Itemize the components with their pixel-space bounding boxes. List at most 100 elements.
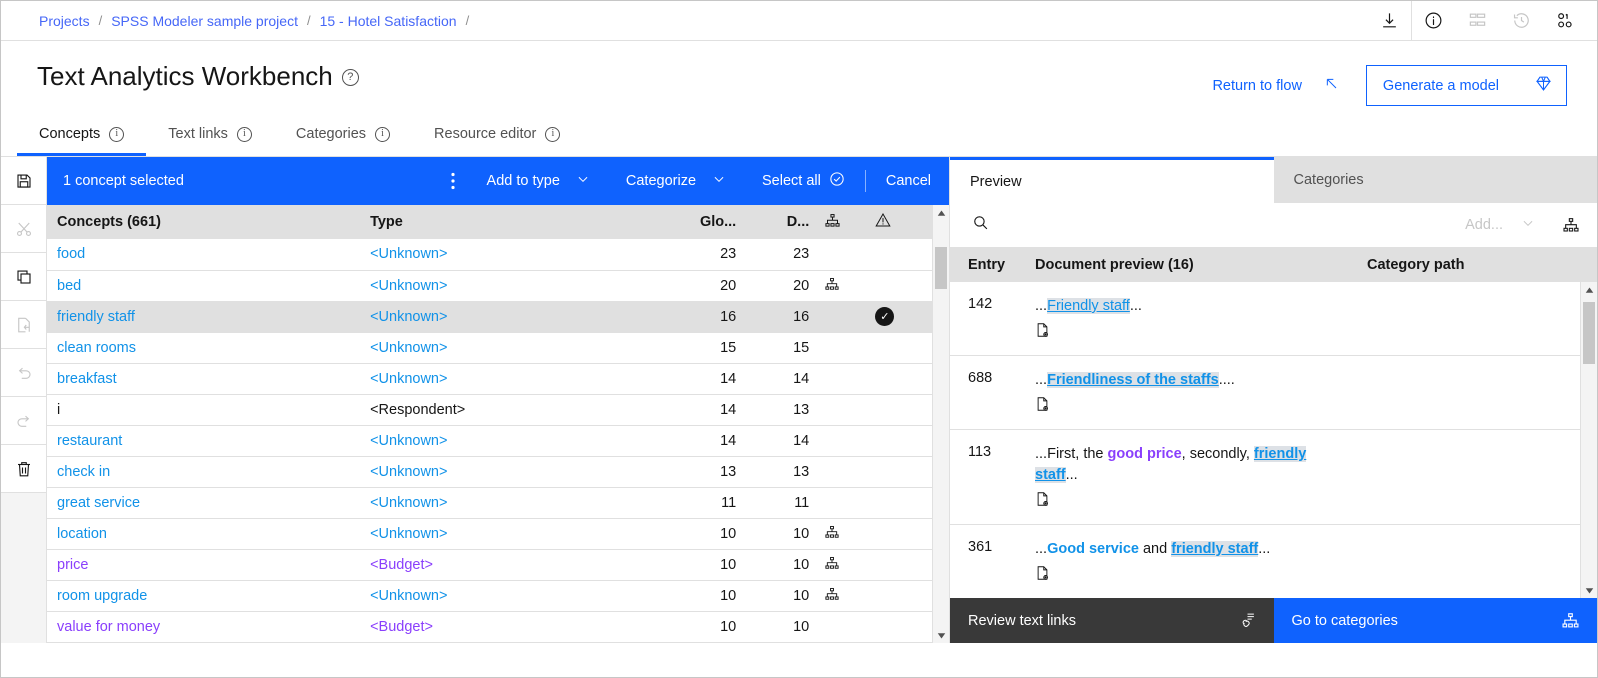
breadcrumb-item-sample-project[interactable]: SPSS Modeler sample project xyxy=(111,13,298,29)
type-label[interactable]: <Unknown> xyxy=(370,246,447,262)
concept-label[interactable]: clean rooms xyxy=(57,340,136,356)
overflow-menu-icon[interactable] xyxy=(437,157,469,205)
col-warning[interactable] xyxy=(869,205,932,239)
cell-status[interactable] xyxy=(869,425,932,457)
concepts-table-scroll[interactable]: Concepts (661) Type Glo... D... food <Un… xyxy=(47,205,932,643)
cell-hierarchy[interactable] xyxy=(819,425,870,457)
cell-hierarchy[interactable] xyxy=(819,270,870,302)
table-row[interactable]: bed <Unknown> 20 20 xyxy=(47,270,932,302)
cell-type[interactable]: <Unknown> xyxy=(360,270,663,302)
preview-row[interactable]: 688 ...Friendliness of the staffs.... xyxy=(950,356,1580,431)
document-snippet[interactable]: ...Good service and friendly staff... xyxy=(1035,539,1350,588)
tab-categories-panel[interactable]: Categories xyxy=(1273,157,1597,203)
cell-hierarchy[interactable] xyxy=(819,363,870,395)
cell-concept[interactable]: location xyxy=(47,518,361,550)
scrollbar-track[interactable] xyxy=(1581,298,1597,582)
document-snippet[interactable]: ...Friendly staff... xyxy=(1035,296,1350,345)
delete-icon[interactable] xyxy=(1,445,46,493)
cell-status[interactable] xyxy=(869,518,932,550)
cell-concept[interactable]: value for money xyxy=(47,611,361,643)
breadcrumb-item-projects[interactable]: Projects xyxy=(39,13,90,29)
type-label[interactable]: <Unknown> xyxy=(370,495,447,511)
scrollbar-thumb[interactable] xyxy=(935,247,947,289)
concept-label[interactable]: check in xyxy=(57,464,110,480)
cell-type[interactable]: <Unknown> xyxy=(360,239,663,271)
hierarchy-icon[interactable] xyxy=(825,525,839,543)
table-row[interactable]: room upgrade <Unknown> 10 10 xyxy=(47,580,932,612)
cell-concept[interactable]: friendly staff xyxy=(47,301,361,333)
table-row[interactable]: price <Budget> 10 10 xyxy=(47,549,932,581)
table-row[interactable]: location <Unknown> 10 10 xyxy=(47,518,932,550)
document-icon[interactable] xyxy=(1035,565,1330,588)
save-icon[interactable] xyxy=(1,157,46,205)
info-icon[interactable]: i xyxy=(109,126,125,142)
info-icon[interactable]: i xyxy=(375,126,391,142)
tab-resource-editor[interactable]: Resource editor i xyxy=(412,126,582,156)
type-label[interactable]: <Unknown> xyxy=(370,340,447,356)
flow-icon[interactable] xyxy=(1455,1,1499,40)
preview-row[interactable]: 113 ...First, the good price, secondly, f… xyxy=(950,430,1580,526)
tab-text-links[interactable]: Text links i xyxy=(146,126,274,156)
highlighted-term[interactable]: Friendly staff xyxy=(1047,298,1130,314)
preview-row[interactable]: 361 ...Good service and friendly staff... xyxy=(950,525,1580,598)
concept-label[interactable]: restaurant xyxy=(57,433,122,449)
cell-type[interactable]: <Unknown> xyxy=(360,518,663,550)
concept-label[interactable]: location xyxy=(57,526,107,542)
col-concepts[interactable]: Concepts (661) xyxy=(47,205,361,239)
scroll-down-icon[interactable] xyxy=(1585,582,1594,598)
type-label[interactable]: <Unknown> xyxy=(370,464,447,480)
cell-hierarchy[interactable] xyxy=(819,394,870,426)
tab-preview[interactable]: Preview xyxy=(950,157,1274,203)
table-row[interactable]: clean rooms <Unknown> 15 15 xyxy=(47,332,932,364)
cell-concept[interactable]: i xyxy=(47,394,361,426)
cell-type[interactable]: <Unknown> xyxy=(360,487,663,519)
concept-label[interactable]: i xyxy=(57,402,60,418)
cell-type[interactable]: <Budget> xyxy=(360,549,663,581)
hierarchy-icon[interactable] xyxy=(825,277,839,295)
type-label[interactable]: <Unknown> xyxy=(370,526,447,542)
cell-concept[interactable]: breakfast xyxy=(47,363,361,395)
preview-row[interactable]: 142 ...Friendly staff... xyxy=(950,282,1580,357)
cell-concept[interactable]: check in xyxy=(47,456,361,488)
cell-concept[interactable]: clean rooms xyxy=(47,332,361,364)
type-label[interactable]: <Unknown> xyxy=(370,309,447,325)
cell-status[interactable] xyxy=(869,394,932,426)
hierarchy-icon[interactable] xyxy=(825,556,839,574)
scroll-down-icon[interactable] xyxy=(937,627,946,643)
info-icon[interactable] xyxy=(1411,1,1455,40)
cell-concept[interactable]: great service xyxy=(47,487,361,519)
concept-label[interactable]: price xyxy=(57,557,88,573)
highlighted-term[interactable]: friendly staff xyxy=(1171,541,1259,558)
download-icon[interactable] xyxy=(1367,1,1411,40)
redo-icon[interactable] xyxy=(1,397,46,445)
document-icon[interactable] xyxy=(1035,491,1330,514)
cell-concept[interactable]: bed xyxy=(47,270,361,302)
cell-hierarchy[interactable] xyxy=(819,301,870,333)
type-label[interactable]: <Respondent> xyxy=(370,402,465,418)
cell-hierarchy[interactable] xyxy=(819,611,870,643)
concepts-scrollbar[interactable] xyxy=(932,205,949,643)
table-row[interactable]: food <Unknown> 23 23 xyxy=(47,239,932,271)
cell-status[interactable] xyxy=(869,549,932,581)
undo-icon[interactable] xyxy=(1,349,46,397)
copy-icon[interactable] xyxy=(1,253,46,301)
type-label[interactable]: <Unknown> xyxy=(370,588,447,604)
table-row[interactable]: breakfast <Unknown> 14 14 xyxy=(47,363,932,395)
concept-label[interactable]: breakfast xyxy=(57,371,117,387)
col-docs[interactable]: D... xyxy=(746,205,820,239)
add-dropdown[interactable]: Add... xyxy=(1465,216,1535,234)
scrollbar-track[interactable] xyxy=(933,221,949,627)
concept-term[interactable]: Good service xyxy=(1047,541,1139,557)
cell-hierarchy[interactable] xyxy=(819,518,870,550)
concept-label[interactable]: bed xyxy=(57,278,81,294)
table-row[interactable]: restaurant <Unknown> 14 14 xyxy=(47,425,932,457)
scroll-up-icon[interactable] xyxy=(1585,282,1594,298)
concept-label[interactable]: great service xyxy=(57,495,140,511)
concept-label[interactable]: value for money xyxy=(57,619,160,635)
col-type[interactable]: Type xyxy=(360,205,663,239)
cancel-button[interactable]: Cancel xyxy=(868,157,949,205)
concept-label[interactable]: friendly staff xyxy=(57,309,135,325)
info-icon[interactable]: i xyxy=(545,126,561,142)
search-icon[interactable] xyxy=(972,214,989,236)
cell-type[interactable]: <Unknown> xyxy=(360,580,663,612)
